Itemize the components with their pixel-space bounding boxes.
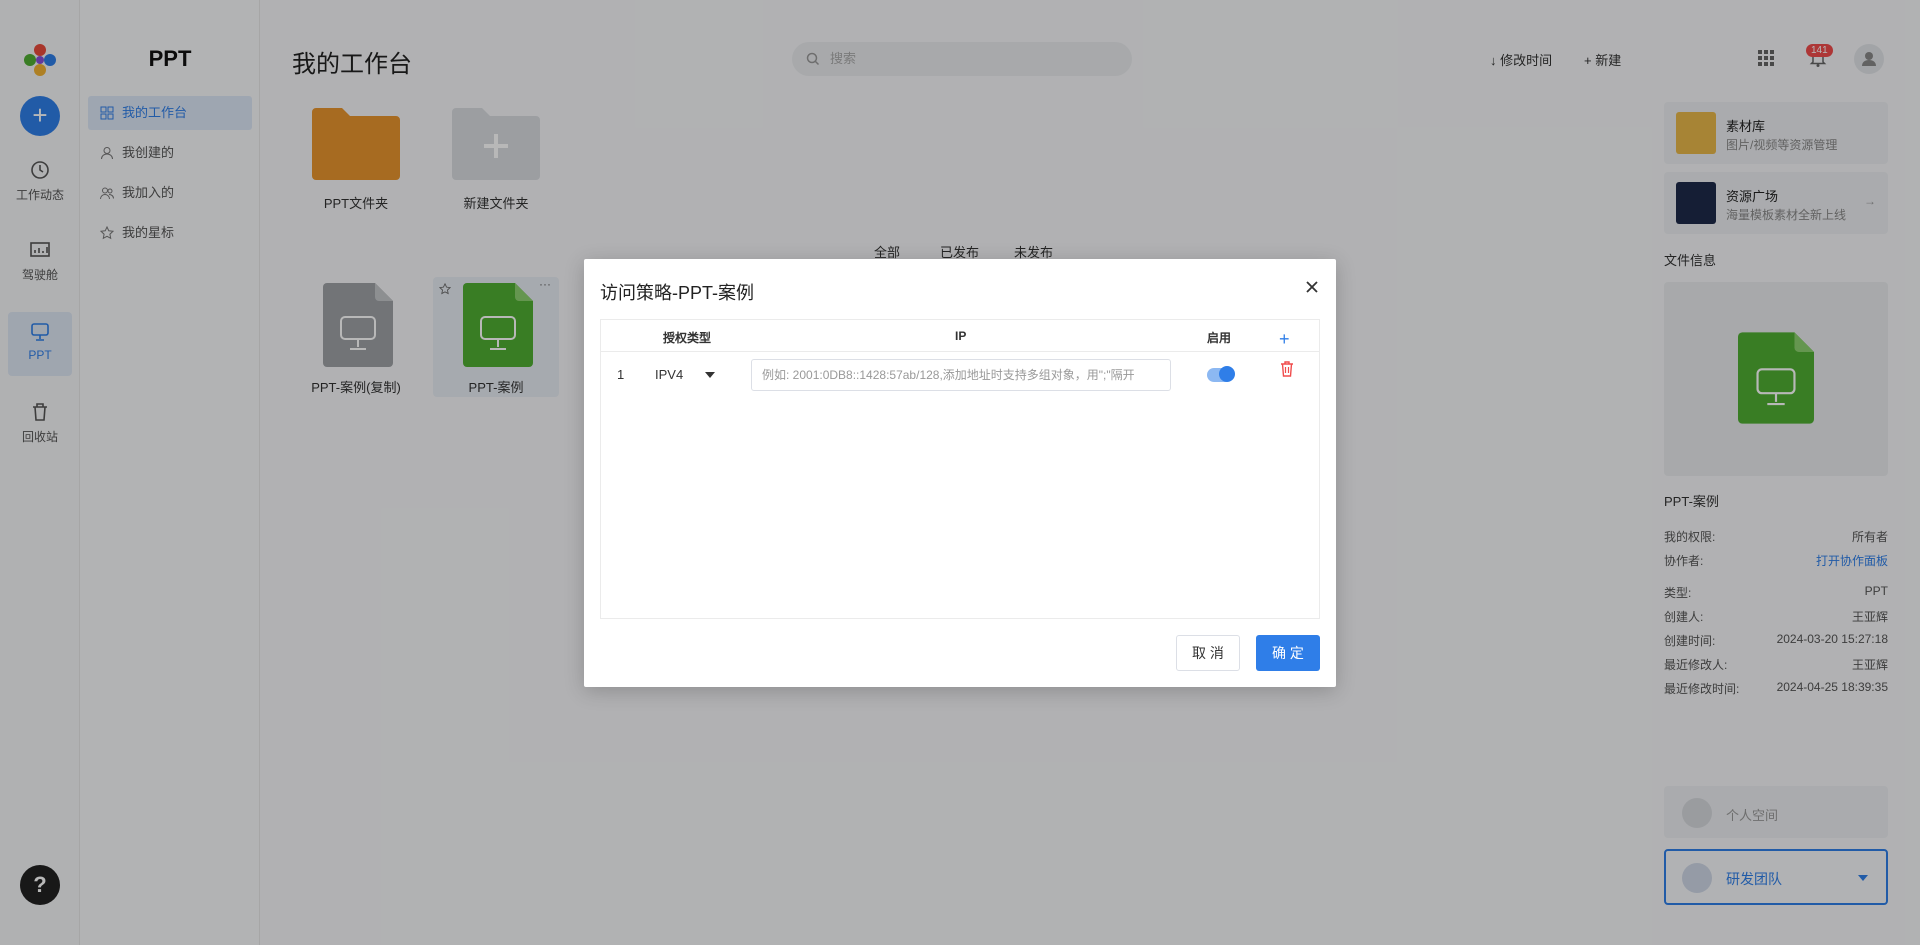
column-header-type: 授权类型 [663,331,712,345]
table-header: 授权类型 IP 启用 + [601,320,1319,352]
column-header-ip: IP [955,329,967,343]
toggle-knob [1219,366,1235,382]
add-row-button[interactable]: + [1279,329,1290,350]
ip-policy-table: 授权类型 IP 启用 + 1 IPV4 [600,319,1320,619]
dialog-title: 访问策略-PPT-案例 [600,283,755,303]
column-header-enabled: 启用 [1207,331,1232,345]
access-policy-dialog: 访问策略-PPT-案例 授权类型 IP 启用 + 1 IPV4 取 消 确 定 [584,259,1336,687]
auth-type-value: IPV4 [655,367,684,382]
close-icon[interactable] [1304,279,1320,295]
ip-input[interactable] [751,359,1171,391]
confirm-button[interactable]: 确 定 [1256,635,1320,671]
delete-icon[interactable] [1280,361,1294,377]
auth-type-select[interactable]: IPV4 [655,367,725,382]
cancel-button[interactable]: 取 消 [1176,635,1240,671]
caret-down-icon [705,372,715,378]
row-number: 1 [617,367,625,382]
enabled-toggle[interactable] [1207,366,1235,382]
